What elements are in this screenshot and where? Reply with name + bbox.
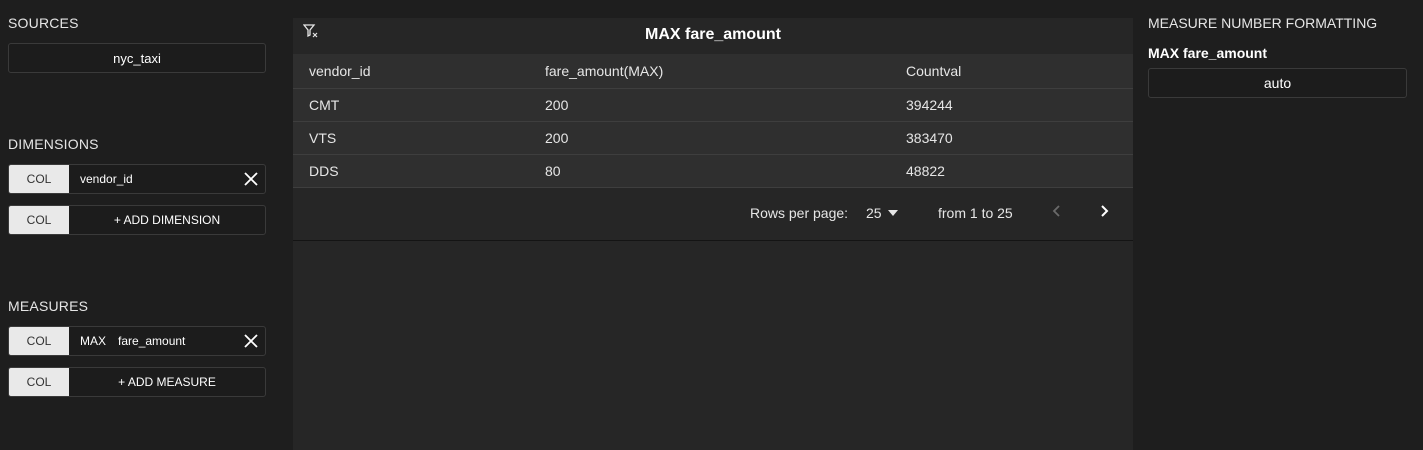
sources-title: SOURCES [8,15,79,31]
table-cell: 48822 [906,154,1133,188]
table-cell: 200 [545,88,906,122]
chevron-left-icon [1052,205,1060,217]
table-row[interactable]: CMT 200 394244 [293,88,1133,122]
column-header[interactable]: fare_amount(MAX) [545,54,906,89]
col-toggle-button[interactable]: COL [9,327,69,355]
column-header[interactable]: vendor_id [293,54,545,89]
formatting-measure-label: MAX fare_amount [1148,45,1268,61]
add-measure-row: COL + ADD MEASURE [8,367,266,397]
col-toggle-button[interactable]: COL [9,206,69,234]
rows-per-page-select[interactable]: 25 [866,205,898,221]
remove-dimension-button[interactable] [237,165,265,193]
chart-title: MAX fare_amount [644,26,782,43]
next-page-button[interactable] [1098,203,1110,222]
table-row[interactable]: VTS 200 383470 [293,121,1133,155]
prev-page-button[interactable] [1051,203,1063,222]
dimension-item: COL vendor_id [8,164,266,194]
table-cell: 200 [545,121,906,155]
close-icon [244,334,258,348]
pagination-bar: Rows per page: 25 from 1 to 25 [293,188,1133,241]
aggregation-label: MAX [80,334,107,348]
add-dimension-row: COL + ADD DIMENSION [8,205,266,235]
rows-per-page-value: 25 [866,205,882,221]
rows-per-page-label: Rows per page: [750,205,849,221]
close-icon [244,172,258,186]
col-toggle-button[interactable]: COL [9,368,69,396]
add-dimension-button[interactable]: + ADD DIMENSION [69,213,265,227]
table-row[interactable]: DDS 80 48822 [293,154,1133,188]
measure-label[interactable]: MAX fare_amount [69,334,237,348]
dimension-label[interactable]: vendor_id [69,172,237,186]
chevron-right-icon [1101,205,1109,217]
source-select[interactable]: nyc_taxi [8,43,266,73]
table-cell: 80 [545,154,906,188]
table-cell: 394244 [906,88,1133,122]
col-toggle-button[interactable]: COL [9,165,69,193]
table-header-row: vendor_id fare_amount(MAX) Countval [293,54,1133,89]
measures-title: MEASURES [8,298,89,314]
measure-item: COL MAX fare_amount [8,326,266,356]
table-panel: MAX fare_amount vendor_id fare_amount(MA… [293,18,1133,450]
measure-column-label: fare_amount [118,334,186,348]
table-cell: CMT [293,88,545,122]
page-range-label: from 1 to 25 [938,205,1013,221]
number-format-select[interactable]: auto [1148,68,1407,98]
table-cell: 383470 [906,121,1133,155]
table-cell: DDS [293,154,545,188]
caret-down-icon [887,210,898,216]
column-header[interactable]: Countval [906,54,1133,89]
data-table: vendor_id fare_amount(MAX) Countval CMT … [293,54,1133,188]
add-measure-button[interactable]: + ADD MEASURE [69,375,265,389]
formatting-title: MEASURE NUMBER FORMATTING [1148,15,1378,31]
dimensions-title: DIMENSIONS [8,136,99,152]
table-cell: VTS [293,121,545,155]
remove-measure-button[interactable] [237,327,265,355]
